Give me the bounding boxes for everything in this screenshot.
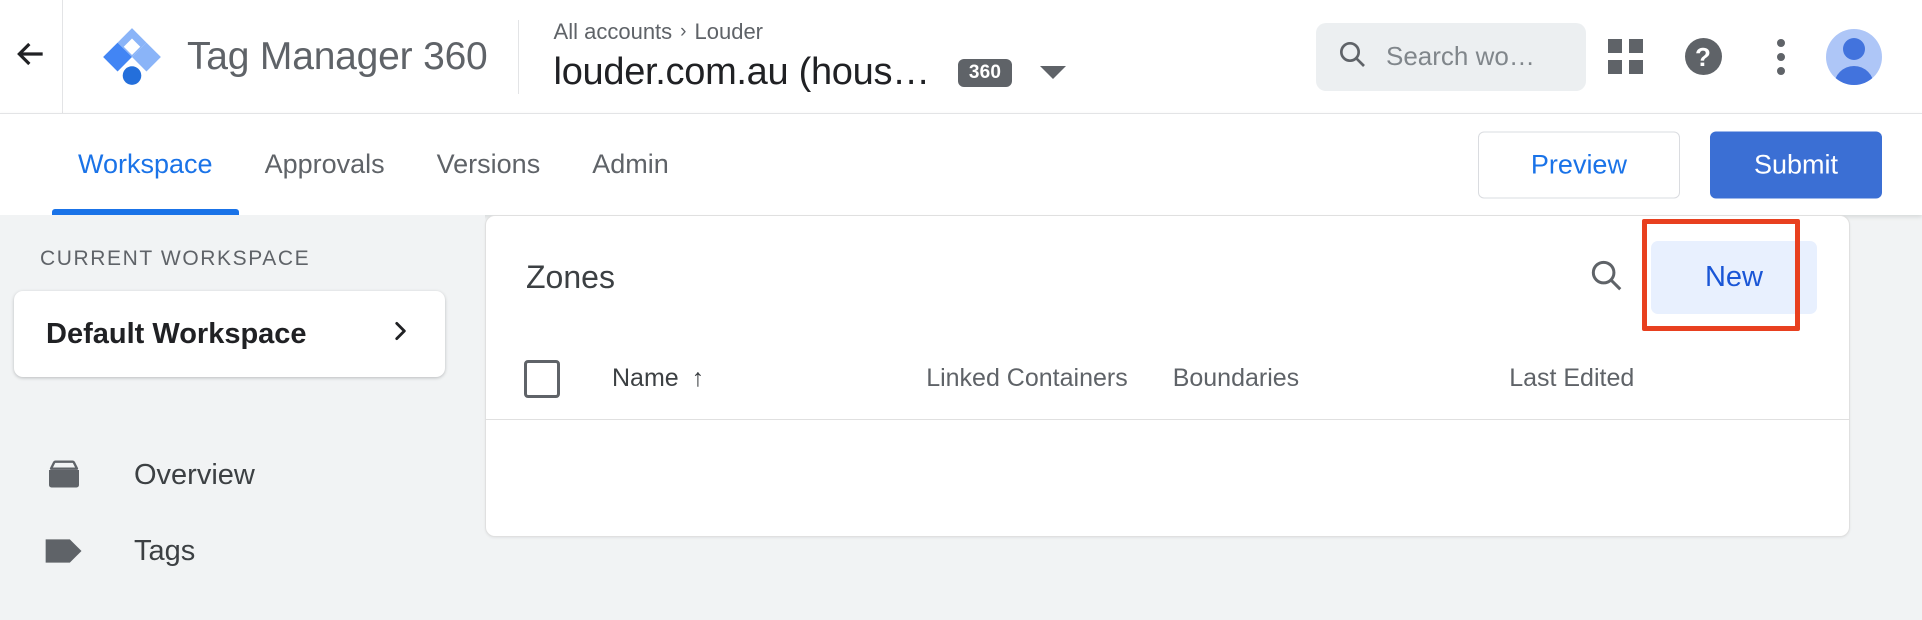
avatar-head bbox=[1843, 37, 1865, 60]
help-icon: ? bbox=[1684, 38, 1722, 75]
avatar[interactable] bbox=[1826, 28, 1882, 85]
arrow-back-icon bbox=[11, 34, 51, 79]
back-button[interactable] bbox=[0, 0, 62, 113]
breadcrumb-all-accounts[interactable]: All accounts bbox=[554, 19, 673, 45]
breadcrumb: All accounts › Louder bbox=[554, 19, 1067, 45]
tab-versions[interactable]: Versions bbox=[411, 114, 567, 215]
more-vert-icon bbox=[1777, 38, 1785, 75]
account-selector[interactable]: All accounts › Louder louder.com.au (hou… bbox=[519, 19, 1067, 94]
tab-workspace[interactable]: Workspace bbox=[52, 114, 239, 215]
apps-grid-button[interactable] bbox=[1586, 18, 1664, 96]
zones-card-actions: New bbox=[1561, 218, 1849, 331]
sidebar-item-overview-label: Overview bbox=[134, 458, 255, 491]
new-button[interactable]: New bbox=[1650, 240, 1817, 314]
sidebar: CURRENT WORKSPACE Default Workspace Over… bbox=[0, 215, 485, 620]
product-title: Tag Manager 360 bbox=[187, 34, 488, 78]
zones-card-header: Zones New bbox=[486, 216, 1849, 338]
preview-button[interactable]: Preview bbox=[1477, 131, 1680, 198]
sidebar-nav-list: Overview Tags bbox=[0, 437, 485, 589]
tab-versions-label: Versions bbox=[436, 149, 541, 179]
sidebar-item-tags-label: Tags bbox=[134, 534, 196, 567]
top-bar: Tag Manager 360 All accounts › Louder lo… bbox=[0, 0, 1922, 113]
column-header-name[interactable]: Name ↑ bbox=[612, 364, 704, 393]
tab-admin-label: Admin bbox=[592, 149, 669, 179]
submit-button[interactable]: Submit bbox=[1709, 131, 1882, 198]
tab-approvals[interactable]: Approvals bbox=[239, 114, 411, 215]
sort-ascending-icon: ↑ bbox=[691, 364, 705, 392]
avatar-body bbox=[1834, 65, 1874, 85]
column-header-last-edited[interactable]: Last Edited bbox=[1509, 364, 1634, 393]
current-workspace-label: CURRENT WORKSPACE bbox=[40, 247, 311, 270]
workspace-name: Default Workspace bbox=[46, 317, 307, 350]
tab-approvals-label: Approvals bbox=[264, 149, 385, 179]
nav-bar: Workspace Approvals Versions Admin Previ… bbox=[0, 113, 1922, 327]
more-options-button[interactable] bbox=[1742, 18, 1820, 96]
zones-table-body bbox=[486, 420, 1849, 536]
zones-card: Zones New Name ↑ Linked Containers Bound… bbox=[485, 215, 1850, 537]
zones-table-header: Name ↑ Linked Containers Boundaries Last… bbox=[486, 338, 1849, 420]
nav-action-buttons: Preview Submit bbox=[1477, 131, 1882, 198]
tab-workspace-label: Workspace bbox=[78, 149, 213, 179]
zones-search-button[interactable] bbox=[1561, 256, 1651, 299]
caret-down-icon[interactable] bbox=[1040, 66, 1067, 79]
column-header-boundaries[interactable]: Boundaries bbox=[1173, 364, 1299, 393]
tab-admin[interactable]: Admin bbox=[566, 114, 695, 215]
workspace-selector-card[interactable]: Default Workspace bbox=[14, 291, 445, 377]
topbar-actions: Search wo… ? bbox=[1316, 18, 1922, 96]
search-input[interactable]: Search wo… bbox=[1316, 22, 1586, 91]
select-all-checkbox[interactable] bbox=[524, 359, 560, 398]
tag-icon bbox=[44, 537, 84, 565]
search-icon bbox=[1336, 38, 1368, 75]
breadcrumb-account[interactable]: Louder bbox=[695, 19, 764, 45]
tag-manager-app: Tag Manager 360 All accounts › Louder lo… bbox=[0, 0, 1922, 620]
new-button-wrapper: New bbox=[1641, 218, 1849, 331]
breadcrumb-separator-icon: › bbox=[680, 21, 687, 42]
column-header-name-label: Name bbox=[612, 364, 679, 392]
apps-grid-icon bbox=[1607, 39, 1643, 74]
main-content: Zones New Name ↑ Linked Containers Bound… bbox=[485, 215, 1922, 620]
search-icon bbox=[1587, 256, 1625, 299]
chevron-right-icon bbox=[387, 316, 413, 352]
overview-box-icon bbox=[44, 460, 84, 490]
help-button[interactable]: ? bbox=[1664, 18, 1742, 96]
search-placeholder: Search wo… bbox=[1386, 41, 1535, 71]
container-row: louder.com.au (hous… 360 bbox=[554, 51, 1067, 94]
sidebar-item-overview[interactable]: Overview bbox=[0, 437, 485, 513]
tag-manager-logo bbox=[99, 24, 165, 90]
status-badge-360: 360 bbox=[957, 58, 1013, 87]
page-title: Zones bbox=[526, 258, 615, 295]
brand-block: Tag Manager 360 bbox=[63, 19, 519, 94]
column-header-linked-containers[interactable]: Linked Containers bbox=[926, 364, 1128, 393]
container-name: louder.com.au (hous… bbox=[553, 51, 931, 93]
sidebar-item-tags[interactable]: Tags bbox=[0, 513, 485, 589]
